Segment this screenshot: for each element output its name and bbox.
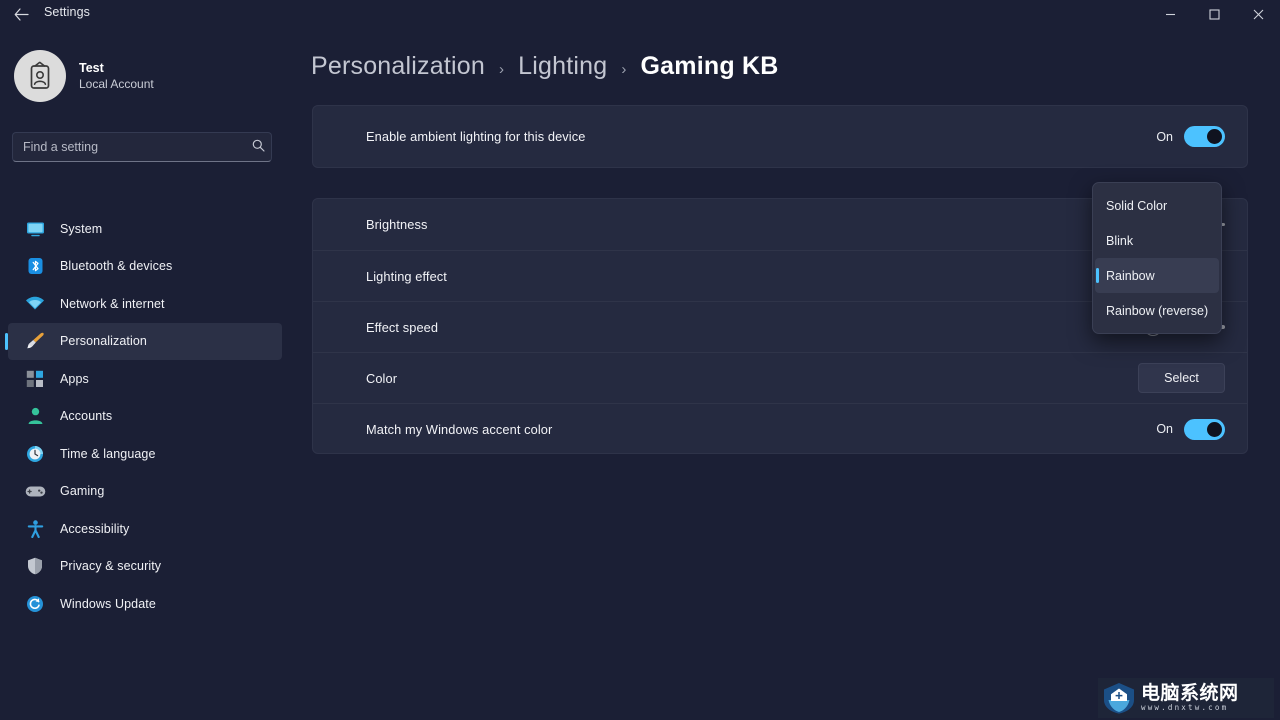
sidebar-item-label: Bluetooth & devices xyxy=(60,259,173,274)
sidebar-item-gaming[interactable]: Gaming xyxy=(8,473,282,511)
watermark-logo-icon xyxy=(1102,681,1136,715)
sidebar-item-label: System xyxy=(60,221,103,236)
row-control: On xyxy=(1156,126,1225,147)
sidebar-item-network-internet[interactable]: Network & internet xyxy=(8,285,282,323)
accounts-person-icon xyxy=(24,406,46,426)
title-bar: Settings xyxy=(0,0,1280,28)
profile-account-type: Local Account xyxy=(79,76,154,91)
profile-section[interactable]: Test Local Account xyxy=(14,50,154,102)
match-accent-toggle-state: On xyxy=(1156,422,1173,436)
window-title: Settings xyxy=(44,5,90,19)
sidebar-item-accounts[interactable]: Accounts xyxy=(8,398,282,436)
sidebar-item-personalization[interactable]: Personalization xyxy=(5,322,282,360)
watermark-url: www.dnxtw.com xyxy=(1141,703,1229,712)
back-arrow-icon xyxy=(14,7,29,21)
row-label: Enable ambient lighting for this device xyxy=(366,129,586,144)
lighting-effect-dropdown[interactable]: Solid Color Blink Rainbow Rainbow (rever… xyxy=(1092,182,1222,334)
dropdown-option-blink[interactable]: Blink xyxy=(1095,223,1219,258)
sidebar-item-label: Accounts xyxy=(60,409,113,424)
dropdown-option-solid-color[interactable]: Solid Color xyxy=(1095,188,1219,223)
sidebar-item-label: Gaming xyxy=(60,484,105,499)
minimize-icon xyxy=(1165,13,1175,15)
bluetooth-icon xyxy=(24,256,46,276)
sidebar-item-label: Personalization xyxy=(60,334,147,349)
search-icon xyxy=(245,139,271,155)
match-accent-toggle[interactable] xyxy=(1184,418,1225,440)
row-label: Effect speed xyxy=(366,319,439,335)
chevron-right-icon: › xyxy=(498,61,505,78)
close-icon xyxy=(1253,9,1263,19)
ambient-lighting-card: Enable ambient lighting for this device … xyxy=(312,105,1248,168)
minimize-button[interactable] xyxy=(1148,0,1192,28)
dropdown-option-rainbow-reverse[interactable]: Rainbow (reverse) xyxy=(1095,293,1219,328)
breadcrumb-personalization[interactable]: Personalization xyxy=(311,52,485,81)
maximize-icon xyxy=(1208,8,1220,20)
color-select-button[interactable]: Select xyxy=(1138,363,1225,393)
page-title: Gaming KB xyxy=(640,52,779,80)
sidebar-nav: System Bluetooth & devices Network & int… xyxy=(5,210,282,623)
paintbrush-icon xyxy=(24,331,46,351)
sidebar-item-label: Windows Update xyxy=(60,596,156,611)
window-controls xyxy=(1148,0,1280,28)
sidebar-item-system[interactable]: System xyxy=(8,210,282,248)
sidebar-item-privacy-security[interactable]: Privacy & security xyxy=(8,548,282,586)
back-button[interactable] xyxy=(8,2,34,26)
profile-name: Test xyxy=(79,60,104,75)
search-box[interactable] xyxy=(12,132,272,162)
avatar xyxy=(14,50,66,102)
maximize-button[interactable] xyxy=(1192,0,1236,28)
chevron-right-icon: › xyxy=(621,61,627,78)
system-monitor-icon xyxy=(24,219,46,239)
breadcrumb: Personalization › Lighting › Gaming KB xyxy=(311,52,778,81)
account-badge-icon xyxy=(30,61,50,89)
settings-window: Settings Test Local Account Find a setti… xyxy=(0,0,1280,720)
sidebar: Test Local Account Find a setting System… xyxy=(0,28,290,720)
sidebar-item-accessibility[interactable]: Accessibility xyxy=(8,510,282,548)
row-control: On xyxy=(1156,418,1225,440)
search-input[interactable] xyxy=(13,140,245,154)
shield-icon xyxy=(24,556,46,576)
ambient-lighting-toggle[interactable] xyxy=(1184,126,1225,147)
sidebar-item-label: Time & language xyxy=(60,446,156,461)
breadcrumb-lighting[interactable]: Lighting xyxy=(518,52,607,81)
sidebar-item-label: Privacy & security xyxy=(60,559,162,574)
sidebar-item-bluetooth-devices[interactable]: Bluetooth & devices xyxy=(8,248,282,286)
close-button[interactable] xyxy=(1236,0,1280,28)
sidebar-item-windows-update[interactable]: Windows Update xyxy=(8,585,282,623)
accessibility-person-icon xyxy=(24,519,46,539)
watermark-name: 电脑系统网 xyxy=(1141,682,1239,704)
gamepad-icon xyxy=(24,481,46,501)
content-area: Personalization › Lighting › Gaming KB E… xyxy=(290,28,1280,720)
apps-icon xyxy=(24,369,46,389)
sidebar-item-apps[interactable]: Apps xyxy=(8,360,282,398)
row-label: Color xyxy=(366,370,398,386)
row-label: Lighting effect xyxy=(366,268,447,284)
wifi-icon xyxy=(24,294,46,314)
clock-icon xyxy=(24,444,46,464)
row-color[interactable]: Color Select xyxy=(313,352,1247,403)
dropdown-option-rainbow[interactable]: Rainbow xyxy=(1095,258,1219,293)
row-match-accent-color[interactable]: Match my Windows accent color On xyxy=(313,403,1247,454)
sidebar-item-label: Accessibility xyxy=(60,521,130,536)
sidebar-item-time-language[interactable]: Time & language xyxy=(8,435,282,473)
update-refresh-icon xyxy=(24,594,46,614)
row-control: Select xyxy=(1138,363,1225,393)
sidebar-item-label: Apps xyxy=(60,371,89,386)
ambient-toggle-state: On xyxy=(1156,129,1173,144)
sidebar-item-label: Network & internet xyxy=(60,296,165,311)
row-label: Match my Windows accent color xyxy=(366,421,553,437)
watermark: 电脑系统网 www.dnxtw.com xyxy=(1098,678,1274,718)
row-enable-ambient-lighting[interactable]: Enable ambient lighting for this device … xyxy=(313,106,1247,167)
row-label: Brightness xyxy=(366,217,428,232)
